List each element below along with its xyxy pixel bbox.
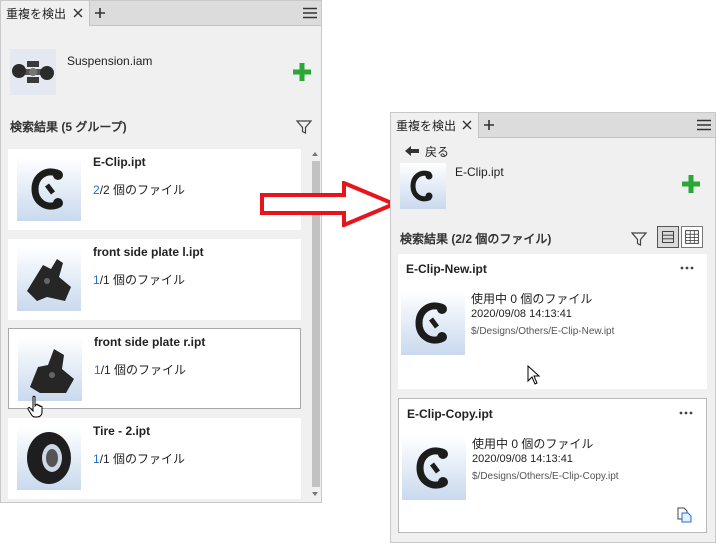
version-path: $/Designs/Others/E-Clip-Copy.ipt [472,471,619,482]
version-date: 2020/09/08 14:13:41 [471,308,572,320]
result-file-name: front side plate r.ipt [94,335,206,349]
version-usage: 使用中 0 個のファイル [471,292,593,306]
duplicate-finder-panel-right: 重複を検出 戻る E-Clip.ipt 検索結果 (2/2 個のファイル) E-… [390,112,716,543]
results-title: 検索結果 (5 グループ) [10,120,127,134]
tab-bar: 重複を検出 [391,113,715,138]
tire-icon [17,426,81,490]
plus-icon[interactable] [292,62,312,82]
filter-icon[interactable] [296,119,312,135]
tab-bar: 重複を検出 [1,1,321,26]
e-clip-icon [17,157,81,221]
add-tab-icon[interactable] [93,5,107,21]
selected-file-name: E-Clip.ipt [455,165,504,179]
plate-right-icon [18,337,82,401]
menu-icon[interactable] [303,7,317,19]
result-file-count: 2/2 個のファイル [93,183,186,197]
tab-find-duplicates[interactable]: 重複を検出 [1,1,90,26]
scroll-up-icon[interactable] [310,149,320,159]
file-version-card[interactable]: E-Clip-New.ipt 使用中 0 個のファイル 2020/09/08 1… [398,254,707,389]
more-icon[interactable] [680,266,694,270]
close-icon[interactable] [460,117,474,133]
back-label: 戻る [425,144,450,159]
assembly-thumbnail [10,49,56,95]
scroll-down-icon[interactable] [310,489,320,499]
result-group-card[interactable]: E-Clip.ipt 2/2 個のファイル [8,149,301,230]
result-group-card[interactable]: front side plate r.ipt 1/1 個のファイル [8,328,301,409]
menu-icon[interactable] [697,119,711,131]
filter-icon[interactable] [631,231,647,247]
result-file-count: 1/1 個のファイル [94,363,187,377]
tab-label: 重複を検出 [6,7,67,21]
hand-cursor-icon [27,395,43,418]
tab-find-duplicates[interactable]: 重複を検出 [391,113,479,138]
version-file-name: E-Clip-Copy.ipt [407,407,493,421]
list-view-icon[interactable] [657,226,679,248]
version-file-name: E-Clip-New.ipt [406,262,487,276]
result-group-card[interactable]: Tire - 2.ipt 1/1 個のファイル [8,418,301,499]
result-group-card[interactable]: front side plate l.ipt 1/1 個のファイル [8,239,301,320]
result-file-name: front side plate l.ipt [93,245,204,259]
tab-label: 重複を検出 [396,119,457,133]
version-date: 2020/09/08 14:13:41 [472,453,573,465]
more-icon[interactable] [679,411,693,415]
e-clip-icon [400,163,446,209]
transition-arrow-icon [260,181,398,227]
duplicate-finder-panel-left: 重複を検出 Suspension.iam 検索結果 (5 グループ) E-Cli… [0,0,322,503]
version-usage: 使用中 0 個のファイル [472,437,594,451]
e-clip-icon [401,291,465,355]
table-view-icon[interactable] [681,226,703,248]
result-file-name: E-Clip.ipt [93,155,146,169]
back-button[interactable]: 戻る [404,143,449,159]
add-tab-icon[interactable] [482,117,496,133]
plus-icon[interactable] [681,174,701,194]
e-clip-icon [402,436,466,500]
results-title: 検索結果 (2/2 個のファイル) [400,232,552,246]
file-version-card[interactable]: E-Clip-Copy.ipt 使用中 0 個のファイル 2020/09/08 … [398,398,707,533]
version-path: $/Designs/Others/E-Clip-New.ipt [471,326,615,337]
result-file-count: 1/1 個のファイル [93,273,186,287]
result-file-name: Tire - 2.ipt [93,424,151,438]
assembly-name: Suspension.iam [67,54,153,68]
document-icon[interactable] [676,507,692,523]
result-file-count: 1/1 個のファイル [93,452,186,466]
plate-left-icon [17,247,81,311]
back-arrow-icon [405,146,419,156]
close-icon[interactable] [71,5,85,21]
arrow-cursor-icon [527,365,541,385]
